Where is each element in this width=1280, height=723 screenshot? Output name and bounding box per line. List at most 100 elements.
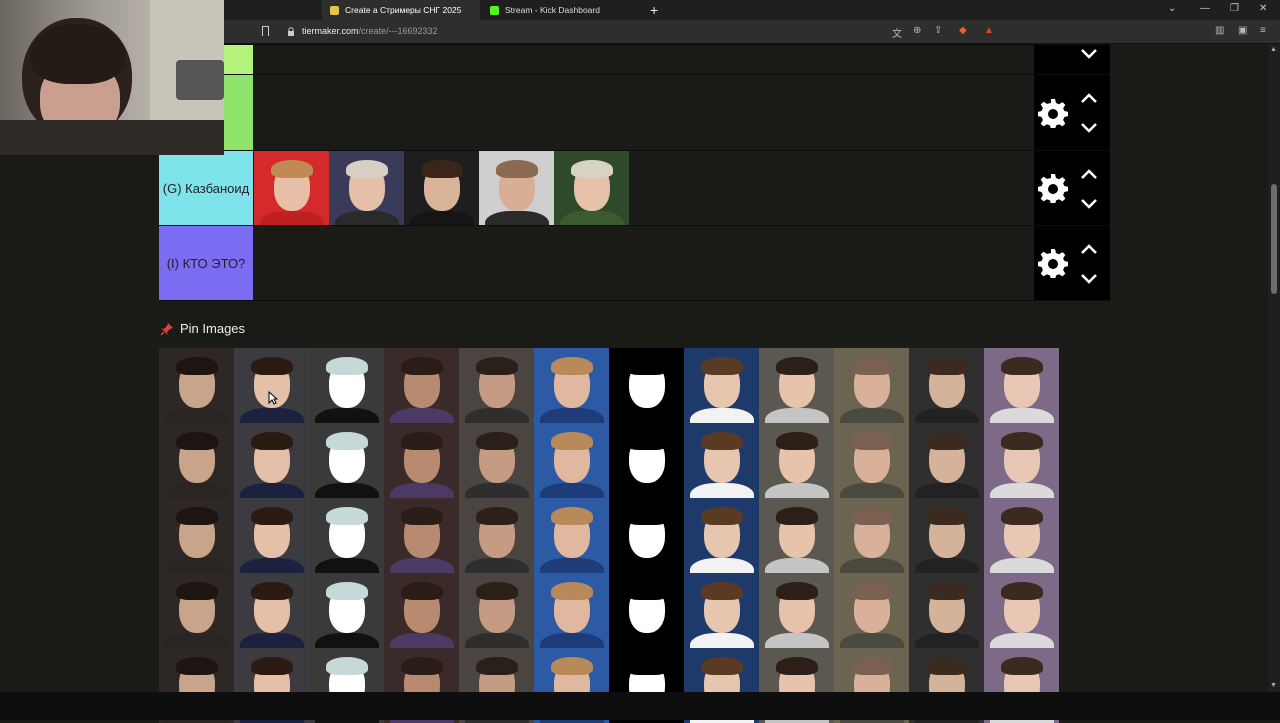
pool-image[interactable] bbox=[459, 573, 534, 648]
scroll-up-icon[interactable]: ▲ bbox=[1270, 46, 1277, 53]
move-up-icon[interactable] bbox=[1080, 243, 1098, 255]
tab-kick-dashboard[interactable]: Stream - Kick Dashboard bbox=[482, 0, 642, 20]
pin-icon bbox=[160, 322, 173, 336]
pool-image[interactable] bbox=[609, 348, 684, 423]
pool-image[interactable] bbox=[309, 423, 384, 498]
bookmark-icon[interactable] bbox=[262, 26, 269, 36]
gear-icon[interactable] bbox=[1038, 173, 1068, 203]
mouse-cursor-icon bbox=[268, 391, 278, 405]
pool-image[interactable] bbox=[159, 348, 234, 423]
zoom-icon[interactable]: ⊕ bbox=[913, 25, 921, 36]
pool-image[interactable] bbox=[759, 573, 834, 648]
pool-image[interactable] bbox=[684, 498, 759, 573]
gear-icon[interactable] bbox=[1038, 248, 1068, 278]
pool-image[interactable] bbox=[159, 573, 234, 648]
url-field[interactable]: tiermaker.com/create/---16692332 bbox=[302, 26, 438, 36]
kick-favicon-icon bbox=[490, 5, 499, 15]
pool-image[interactable] bbox=[909, 498, 984, 573]
scroll-down-icon[interactable]: ▼ bbox=[1270, 682, 1277, 689]
pool-image[interactable] bbox=[534, 573, 609, 648]
translate-icon[interactable]: 文 bbox=[892, 25, 902, 40]
pool-image[interactable] bbox=[759, 498, 834, 573]
menu-icon[interactable]: ≡ bbox=[1260, 25, 1266, 36]
move-down-icon[interactable] bbox=[1080, 197, 1098, 209]
wallet-icon[interactable]: ▣ bbox=[1238, 25, 1247, 36]
brave-rewards-icon[interactable]: ▲ bbox=[984, 25, 994, 36]
tier-row: (G) Казбаноид bbox=[159, 150, 1110, 226]
sidebar-icon[interactable]: ▥ bbox=[1215, 25, 1224, 36]
pool-image[interactable] bbox=[759, 423, 834, 498]
tier-image[interactable] bbox=[329, 151, 404, 226]
scrollbar-thumb[interactable] bbox=[1271, 184, 1277, 294]
close-window-icon[interactable]: ✕ bbox=[1259, 3, 1267, 14]
pool-image[interactable] bbox=[384, 498, 459, 573]
tab-title: Create a Стримеры СНГ 2025 Tie bbox=[345, 5, 463, 15]
pool-image[interactable] bbox=[384, 348, 459, 423]
pool-image[interactable] bbox=[534, 423, 609, 498]
restore-icon[interactable]: ❐ bbox=[1230, 3, 1239, 14]
pool-image[interactable] bbox=[834, 423, 909, 498]
minimize-icon[interactable]: — bbox=[1200, 3, 1210, 14]
pool-image[interactable] bbox=[609, 498, 684, 573]
pool-image[interactable] bbox=[309, 348, 384, 423]
pool-image[interactable] bbox=[684, 423, 759, 498]
tab-search-icon[interactable]: ⌄ bbox=[1168, 3, 1176, 14]
move-down-icon[interactable] bbox=[1080, 121, 1098, 133]
pool-image[interactable] bbox=[909, 573, 984, 648]
tier-row bbox=[159, 74, 1110, 150]
tier-image[interactable] bbox=[404, 151, 479, 226]
pool-image[interactable] bbox=[309, 498, 384, 573]
pool-image[interactable] bbox=[234, 498, 309, 573]
tier-image[interactable] bbox=[479, 151, 554, 226]
tab-tiermaker[interactable]: Create a Стримеры СНГ 2025 Tie bbox=[322, 0, 480, 20]
tier-image[interactable] bbox=[554, 151, 629, 226]
tab-title: Stream - Kick Dashboard bbox=[505, 5, 600, 15]
pin-images-title: Pin Images bbox=[180, 321, 246, 336]
tier-controls bbox=[1034, 151, 1110, 225]
move-down-icon[interactable] bbox=[1080, 47, 1098, 59]
pool-image[interactable] bbox=[834, 573, 909, 648]
pool-image[interactable] bbox=[609, 423, 684, 498]
pool-image[interactable] bbox=[759, 348, 834, 423]
site-info-icon[interactable] bbox=[287, 27, 295, 37]
pool-image[interactable] bbox=[159, 423, 234, 498]
pool-image[interactable] bbox=[609, 573, 684, 648]
pool-image[interactable] bbox=[984, 423, 1059, 498]
pool-image[interactable] bbox=[384, 573, 459, 648]
brave-shield-icon[interactable]: ◆ bbox=[959, 25, 967, 36]
pool-image[interactable] bbox=[984, 498, 1059, 573]
move-down-icon[interactable] bbox=[1080, 272, 1098, 284]
tier-controls bbox=[1034, 75, 1110, 150]
pool-image[interactable] bbox=[459, 348, 534, 423]
url-path: /create/---16692332 bbox=[358, 26, 438, 36]
pool-image[interactable] bbox=[909, 423, 984, 498]
pool-image[interactable] bbox=[909, 348, 984, 423]
tier-label[interactable]: (G) Казбаноид bbox=[159, 151, 253, 225]
pool-image[interactable] bbox=[459, 498, 534, 573]
gear-icon[interactable] bbox=[1038, 98, 1068, 128]
tier-controls bbox=[1034, 226, 1110, 300]
move-up-icon[interactable] bbox=[1080, 92, 1098, 104]
pool-image[interactable] bbox=[534, 348, 609, 423]
pool-image[interactable] bbox=[234, 423, 309, 498]
pool-image[interactable] bbox=[834, 498, 909, 573]
move-up-icon[interactable] bbox=[1080, 168, 1098, 180]
pool-image[interactable] bbox=[384, 423, 459, 498]
pool-image[interactable] bbox=[984, 573, 1059, 648]
pool-image[interactable] bbox=[984, 348, 1059, 423]
pool-image[interactable] bbox=[309, 573, 384, 648]
pool-image[interactable] bbox=[234, 573, 309, 648]
tier-label[interactable]: (I) КТО ЭТО? bbox=[159, 226, 253, 300]
pool-image[interactable] bbox=[834, 348, 909, 423]
pool-image[interactable] bbox=[684, 348, 759, 423]
pool-image[interactable] bbox=[234, 348, 309, 423]
new-tab-icon[interactable]: + bbox=[650, 2, 658, 18]
pool-image[interactable] bbox=[159, 498, 234, 573]
tier-row bbox=[159, 44, 1110, 74]
page-scrollbar[interactable]: ▲ ▼ bbox=[1268, 44, 1280, 692]
pool-image[interactable] bbox=[459, 423, 534, 498]
share-icon[interactable]: ⇪ bbox=[934, 25, 942, 36]
pool-image[interactable] bbox=[534, 498, 609, 573]
pool-image[interactable] bbox=[684, 573, 759, 648]
tier-image[interactable] bbox=[254, 151, 329, 226]
